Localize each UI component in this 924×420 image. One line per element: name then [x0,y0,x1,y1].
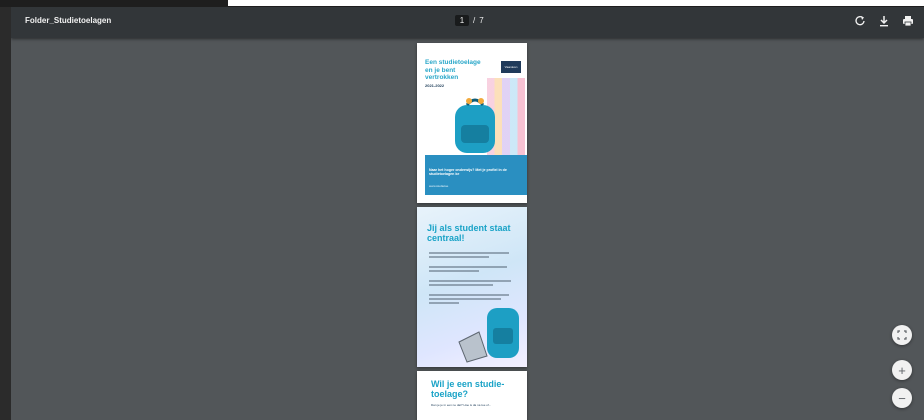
download-icon[interactable] [878,15,890,27]
page1-subtitle: Naar het hoger onderwijs? Met je profiel… [429,168,507,177]
page2-text-lines [429,252,515,306]
left-gutter [0,7,11,420]
page3-heading: Wil je een studie-toelage? [431,379,505,399]
page1-heading: Een studietoelage en je bent vertrokken [425,59,481,81]
backpack-illustration [455,98,495,153]
zoom-out-button[interactable]: − [892,388,912,408]
total-pages: 7 [479,16,484,25]
page-thumbnails: Een studietoelage en je bent vertrokken … [417,43,527,420]
rotate-icon[interactable] [854,15,866,27]
document-title: Folder_Studietoelagen [25,16,112,25]
vlaanderen-logo: Vlaanderen [501,61,521,73]
pdf-page-3[interactable]: Wil je een studie-toelage? Dan je je in … [417,371,527,420]
page-selector: 1 / 7 [455,15,484,26]
zoom-in-button[interactable]: + [892,360,912,380]
top-strip-white [228,0,924,6]
backpack-laptop-illustration [458,308,519,363]
fit-page-icon[interactable] [892,325,912,345]
pdf-viewer: Folder_Studietoelagen 1 / 7 Een studieto… [11,7,924,420]
print-icon[interactable] [902,15,914,27]
page3-text: Dan je je in een ne dat? Hoe is da na to… [431,403,492,407]
pdf-toolbar: Folder_Studietoelagen 1 / 7 [11,7,924,38]
page1-footer: www.studietoe [429,184,449,188]
page2-heading: Jij als student staat centraal! [427,223,511,243]
pdf-page-1[interactable]: Een studietoelage en je bent vertrokken … [417,43,527,203]
page1-year: 2021-2022 [425,83,445,88]
page-separator: / [473,16,476,25]
current-page-input[interactable]: 1 [455,15,469,26]
top-strip [0,0,924,7]
pdf-page-2[interactable]: Jij als student staat centraal! [417,207,527,367]
